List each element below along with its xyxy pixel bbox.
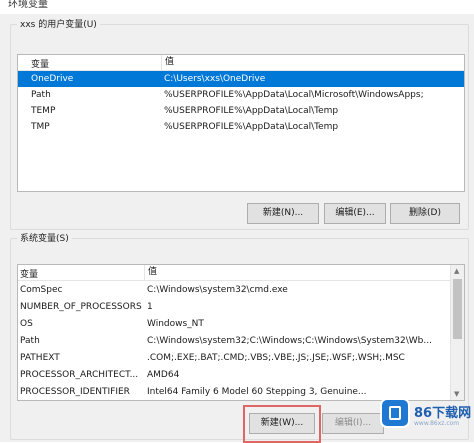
- system-variables-label: 系统变量(S): [17, 231, 72, 244]
- table-row[interactable]: TMP %USERPROFILE%\AppData\Local\Temp: [18, 119, 464, 135]
- vertical-scrollbar[interactable]: ▲ ▼: [450, 265, 464, 400]
- window-title: 环境变量: [8, 0, 48, 10]
- table-row[interactable]: ComSpec C:\Windows\system32\cmd.exe: [18, 282, 464, 298]
- variable-name: Path: [20, 336, 40, 346]
- system-variables-list[interactable]: 变量 值 ComSpec C:\Windows\system32\cmd.exe…: [17, 264, 465, 401]
- table-row[interactable]: PROCESSOR_ARCHITECT... AMD64: [18, 367, 464, 383]
- variable-value: %USERPROFILE%\AppData\Local\Microsoft\Wi…: [164, 90, 424, 100]
- column-header-variable[interactable]: 变量: [20, 267, 38, 280]
- variable-name: PROCESSOR_ARCHITECT...: [20, 370, 139, 380]
- column-header-value[interactable]: 值: [161, 55, 174, 70]
- column-header-value[interactable]: 值: [144, 265, 157, 280]
- column-header-variable[interactable]: 变量: [31, 57, 49, 70]
- watermark-url: www.86xz.com: [414, 420, 460, 427]
- variable-value: 1: [147, 302, 153, 312]
- table-row[interactable]: PATHEXT .COM;.EXE;.BAT;.CMD;.VBS;.VBE;.J…: [18, 350, 464, 366]
- variable-name: PROCESSOR_IDENTIFIER: [20, 387, 130, 397]
- table-row[interactable]: OS Windows_NT: [18, 316, 464, 332]
- scroll-up-icon[interactable]: ▲: [454, 267, 459, 275]
- user-new-button[interactable]: 新建(N)...: [247, 203, 319, 224]
- table-row[interactable]: Path C:\Windows\system32;C:\Windows;C:\W…: [18, 333, 464, 349]
- variable-value: C:\Users\xxs\OneDrive: [164, 74, 266, 84]
- variable-value: Windows_NT: [147, 319, 204, 329]
- variable-value: Intel64 Family 6 Model 60 Stepping 3, Ge…: [147, 387, 367, 397]
- table-row[interactable]: Path %USERPROFILE%\AppData\Local\Microso…: [18, 87, 464, 103]
- variable-value: AMD64: [147, 370, 180, 380]
- variable-name: ComSpec: [20, 285, 63, 295]
- variable-name: PATHEXT: [20, 353, 60, 363]
- title-bar: 环境变量: [0, 0, 474, 15]
- user-edit-button[interactable]: 编辑(E)...: [324, 203, 386, 224]
- table-row[interactable]: OneDrive C:\Users\xxs\OneDrive: [18, 71, 464, 87]
- variable-name: TMP: [31, 122, 50, 132]
- system-new-button[interactable]: 新建(W)...: [249, 413, 315, 434]
- variable-value: %USERPROFILE%\AppData\Local\Temp: [164, 106, 339, 116]
- variable-value: %USERPROFILE%\AppData\Local\Temp: [164, 122, 339, 132]
- variable-name: Path: [31, 90, 51, 100]
- scroll-thumb[interactable]: [453, 279, 462, 339]
- watermark: 86下载网 www.86xz.com: [376, 396, 474, 442]
- variable-name: OneDrive: [31, 74, 74, 84]
- system-edit-button[interactable]: 编辑(I)...: [322, 413, 384, 434]
- variable-value: .COM;.EXE;.BAT;.CMD;.VBS;.VBE;.JS;.JSE;.…: [147, 353, 405, 363]
- user-delete-button[interactable]: 删除(D): [390, 203, 460, 224]
- variable-name: NUMBER_OF_PROCESSORS: [20, 302, 142, 312]
- table-row[interactable]: TEMP %USERPROFILE%\AppData\Local\Temp: [18, 103, 464, 119]
- watermark-brand: 86下载网: [414, 406, 472, 421]
- download-site-logo-icon: [382, 400, 408, 426]
- user-variables-list[interactable]: 变量 值 OneDrive C:\Users\xxs\OneDrive Path…: [17, 54, 465, 192]
- variable-name: OS: [20, 319, 33, 329]
- table-row[interactable]: NUMBER_OF_PROCESSORS 1: [18, 299, 464, 315]
- variable-value: C:\Windows\system32\cmd.exe: [147, 285, 288, 295]
- user-variables-label: xxs 的用户变量(U): [17, 17, 100, 30]
- variable-value: C:\Windows\system32;C:\Windows;C:\Window…: [147, 336, 432, 346]
- list-header: 变量 值: [18, 55, 464, 71]
- variable-name: TEMP: [31, 106, 56, 116]
- list-header: 变量 值: [18, 265, 464, 281]
